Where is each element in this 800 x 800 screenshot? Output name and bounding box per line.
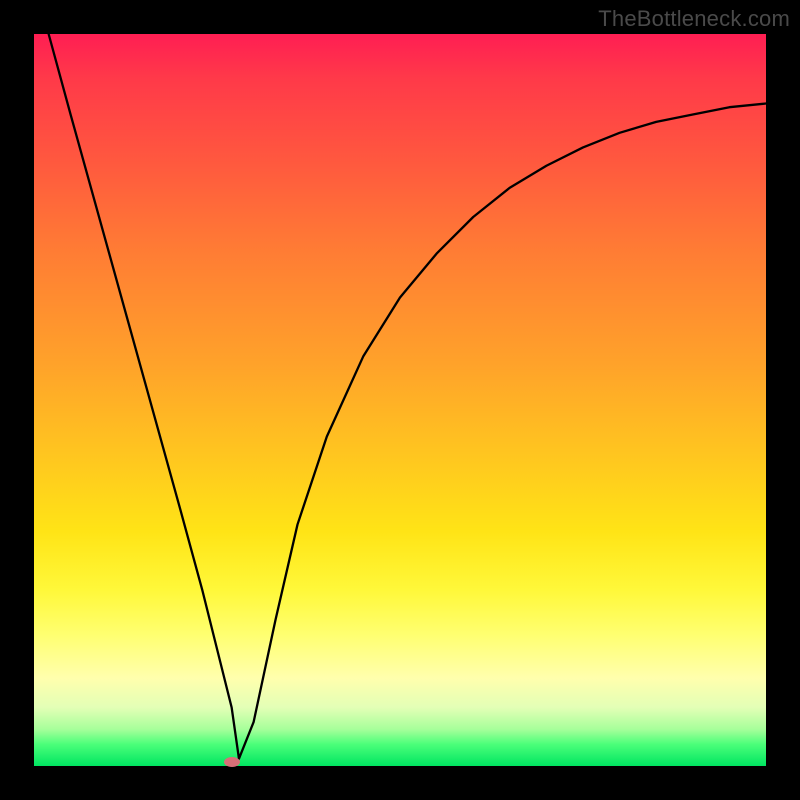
watermark-text: TheBottleneck.com: [598, 6, 790, 32]
marker-dot: [224, 757, 240, 767]
chart-frame: TheBottleneck.com: [0, 0, 800, 800]
bottleneck-curve: [49, 34, 766, 759]
plot-area: [34, 34, 766, 766]
curve-svg: [34, 34, 766, 766]
